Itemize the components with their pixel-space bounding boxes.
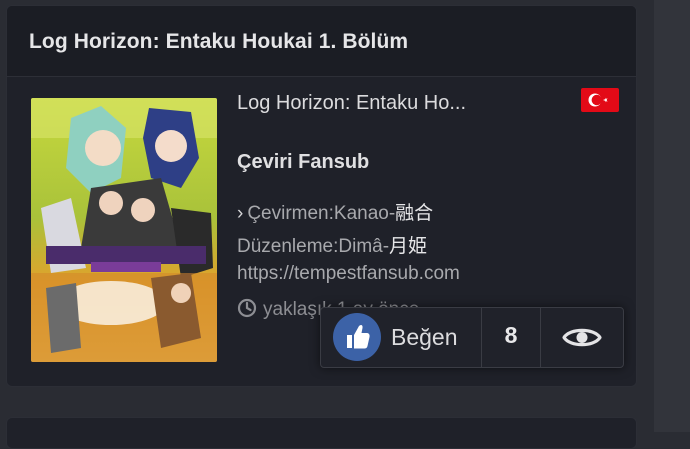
next-card bbox=[6, 417, 637, 449]
anime-title[interactable]: Log Horizon: Entaku Ho... bbox=[237, 92, 466, 115]
chevron-right-icon: › bbox=[237, 203, 244, 224]
like-button[interactable]: Beğen bbox=[321, 308, 481, 367]
like-count: 8 bbox=[504, 322, 518, 348]
divider bbox=[481, 308, 482, 367]
clock-icon bbox=[237, 298, 257, 318]
card-title[interactable]: Log Horizon: Entaku Houkai 1. Bölüm bbox=[29, 30, 408, 54]
fansub-name[interactable]: Çeviri Fansub bbox=[237, 151, 369, 174]
editor-label: Düzenleme:Dimâ- bbox=[237, 236, 390, 257]
scrollbar-track[interactable] bbox=[654, 0, 690, 432]
translator-name: 融合 bbox=[395, 203, 434, 224]
eye-icon bbox=[562, 328, 602, 347]
editor-credit: Düzenleme:Dimâ-月姫 bbox=[237, 231, 427, 258]
translator-label: Çevirmen:Kanao- bbox=[247, 203, 396, 224]
thumbs-up-icon bbox=[333, 313, 381, 361]
like-label: Beğen bbox=[391, 324, 458, 350]
anime-poster[interactable] bbox=[31, 98, 217, 362]
translator-credit: › Çevirmen:Kanao-融合 bbox=[237, 198, 433, 225]
website-link[interactable]: https://tempestfansub.com bbox=[237, 263, 460, 285]
editor-name: 月姫 bbox=[389, 236, 428, 257]
card-header: Log Horizon: Entaku Houkai 1. Bölüm bbox=[7, 6, 636, 77]
turkey-flag-icon bbox=[581, 88, 619, 112]
like-bar: Beğen 8 bbox=[320, 307, 624, 368]
view-button[interactable] bbox=[541, 308, 623, 367]
